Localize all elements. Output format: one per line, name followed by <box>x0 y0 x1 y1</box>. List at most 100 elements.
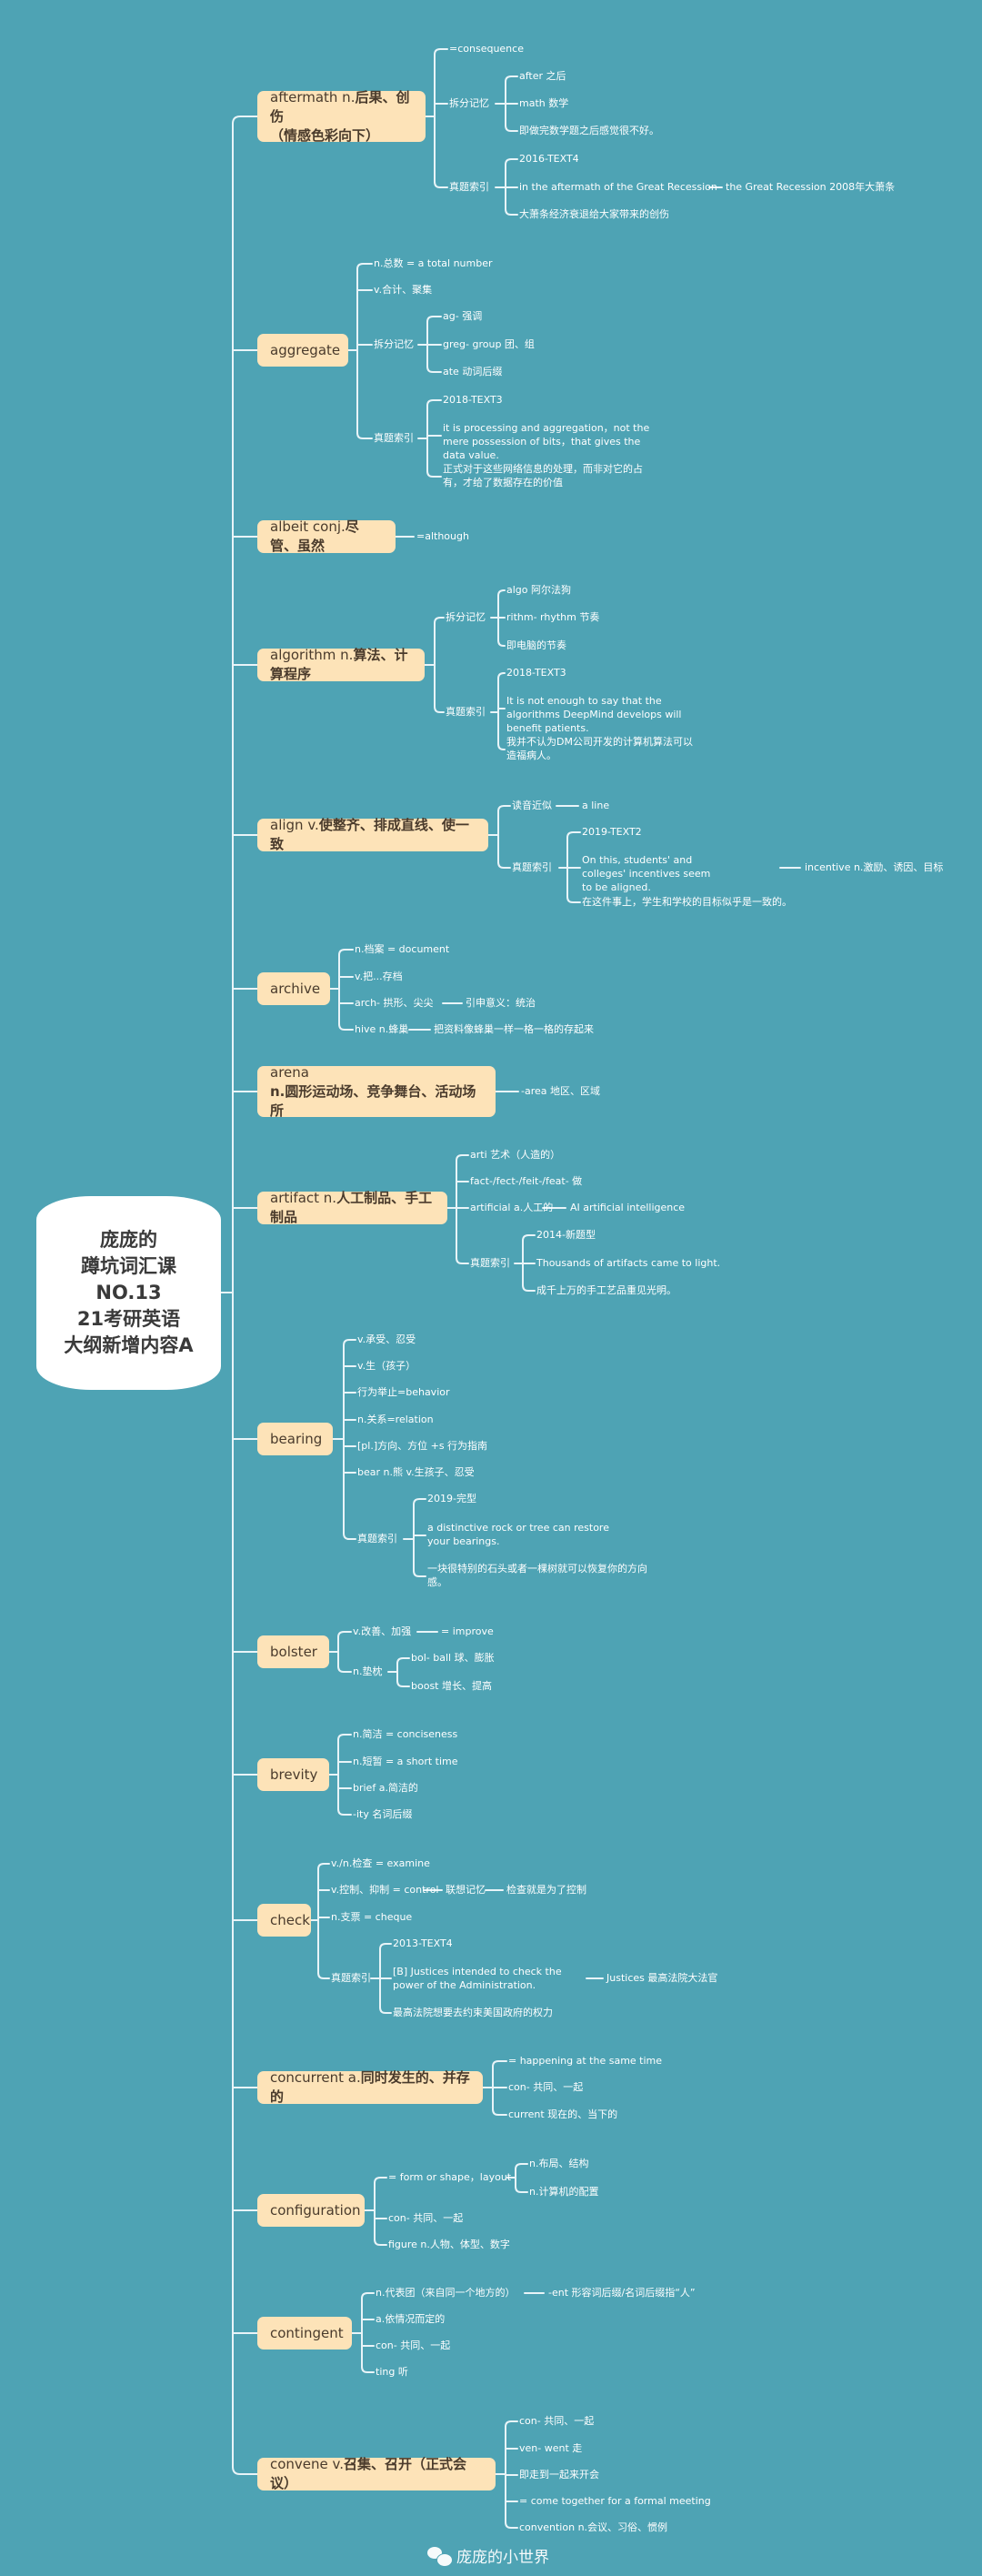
branch-label: a.依情况而定的 <box>376 2313 446 2325</box>
branch-label: 大萧条经济衰退给大家带来的创伤 <box>519 208 669 220</box>
branch-label: 即做完数学题之后感觉很不好。 <box>519 125 659 136</box>
branch-label: = come together for a formal meeting <box>519 2495 711 2507</box>
branch-label: 真题索引 <box>331 1972 371 1984</box>
branch-label: con- 共同、一起 <box>388 2212 464 2224</box>
root-line: NO.13 <box>95 1282 162 1303</box>
connector <box>361 2292 375 2299</box>
topic-aftermath[interactable]: aftermath n.后果、创伤 （情感色彩向下） <box>257 89 426 144</box>
branch-label: 2016-TEXT4 <box>519 153 579 165</box>
topic-meaning-note: （情感色彩向下） <box>270 126 380 144</box>
topic-archive[interactable]: archive <box>257 972 330 1005</box>
branch-label: brief a.简洁的 <box>353 1782 418 1794</box>
branch-label: AI artificial intelligence <box>570 1202 686 1213</box>
topic-arena[interactable]: arena n.圆形运动场、竞争舞台、活动场所 <box>257 1064 496 1119</box>
topic-word: convene v. <box>270 2456 345 2472</box>
branch-label: fact-/fect-/feit-/feat- 做 <box>470 1175 583 1187</box>
branch-label: On this, students' and colleges' incenti… <box>582 854 711 893</box>
topic-convene[interactable]: convene v.召集、召开（正式会议） <box>257 2456 496 2491</box>
connector <box>497 805 511 812</box>
connector <box>379 2007 392 2014</box>
branch-label: 拆分记忆 <box>446 611 486 623</box>
connector <box>338 1023 354 1031</box>
topic-word: concurrent a. <box>270 2069 361 2086</box>
connector <box>497 861 511 869</box>
branch-label: algo 阿尔法狗 <box>506 584 572 596</box>
connector <box>338 949 354 956</box>
branch-label: v.改善、加强 <box>353 1625 412 1637</box>
connector <box>232 116 258 125</box>
branch-label: figure n.人物、体型、数字 <box>388 2239 510 2250</box>
connector <box>374 2177 387 2184</box>
topic-contingent[interactable]: contingent <box>257 2317 352 2350</box>
branch-label: 2014-新题型 <box>536 1229 596 1241</box>
branch-label: con- 共同、一起 <box>376 2340 451 2351</box>
topic-word: albeit conj. <box>270 518 346 535</box>
branch-label: 拆分记忆 <box>374 338 414 350</box>
connector <box>434 48 448 55</box>
branch-label: ting 听 <box>376 2366 408 2378</box>
topic-albeit[interactable]: albeit conj.尽管、虽然 <box>257 518 396 554</box>
branch-label: 2019-TEXT2 <box>582 826 642 838</box>
connector <box>566 896 581 903</box>
branch-label: n.简洁 = conciseness <box>353 1728 458 1740</box>
connector <box>515 2163 528 2170</box>
topic-align[interactable]: align v.使整齐、排成直线、使一致 <box>257 817 488 852</box>
connector <box>337 1631 352 1638</box>
branch-label: 真题索引 <box>446 706 486 718</box>
branch-label: ven- went 走 <box>519 2442 583 2454</box>
topic-word: align v. <box>270 817 319 833</box>
topic-aggregate[interactable]: aggregate <box>257 334 348 367</box>
branch-label: artificial a.人工的 <box>470 1202 554 1213</box>
connector <box>317 1863 330 1870</box>
connector <box>426 316 442 323</box>
branch-label: 2018-TEXT3 <box>443 394 503 406</box>
topic-artifact[interactable]: artifact n.人工制品、手工制品 <box>257 1190 447 1225</box>
branch-label: arch- 拱形、尖尖 <box>355 997 434 1009</box>
topic-word: archive <box>270 980 321 997</box>
connector <box>456 1154 469 1162</box>
branch-label: 成千上万的手工艺品重见光明。 <box>536 1284 676 1296</box>
branch-label: 一块很特别的石头或者一棵树就可以恢复你的方向感。 <box>427 1563 647 1588</box>
connector <box>434 181 448 188</box>
branch-label: n.垫枕 <box>353 1665 383 1677</box>
branch-label: arti 艺术（人造的） <box>470 1149 561 1161</box>
branch-label: v.合计、聚集 <box>374 284 433 296</box>
branch-label: -area 地区、区域 <box>521 1085 600 1097</box>
branch-label: n.关系=relation <box>357 1414 434 1425</box>
topic-concurrent[interactable]: concurrent a.同时发生的、并存的 <box>257 2069 483 2105</box>
branch-label: 即电脑的节奏 <box>506 639 566 651</box>
branch-label: ag- 强调 <box>443 310 483 322</box>
branch-label: after 之后 <box>519 70 566 82</box>
branch-label: 拆分记忆 <box>449 97 489 109</box>
root-node[interactable]: 庞庞的 蹲坑词汇课 NO.13 21考研英语 大纲新增内容A <box>36 1196 221 1390</box>
topic-configuration[interactable]: configuration <box>257 2194 365 2227</box>
branch-label: the Great Recession 2008年大萧条 <box>726 181 896 193</box>
branch-label: 正式对于这些网络信息的处理，而非对它的占有，才给了数据存在的价值 <box>443 463 643 488</box>
branch-label: in the aftermath of the Great Recession <box>519 181 717 193</box>
topic-check[interactable]: check <box>257 1904 311 1937</box>
connector <box>505 125 518 132</box>
branch-label: 行为举止=behavior <box>357 1386 450 1398</box>
connector <box>426 399 442 407</box>
branch-label: 真题索引 <box>512 861 552 873</box>
connector <box>434 706 445 713</box>
connector <box>374 2239 387 2246</box>
topic-meaning: n.圆形运动场、竞争舞台、活动场所 <box>270 1082 476 1119</box>
branch-label: v.把...存档 <box>355 971 403 982</box>
connector <box>337 1808 352 1816</box>
root-line: 21考研英语 <box>76 1308 181 1330</box>
topic-bolster[interactable]: bolster <box>257 1635 329 1668</box>
branch-label: a distinctive rock or tree can restore y… <box>427 1522 609 1547</box>
branch-label: n.代表团（来自同一个地方的） <box>376 2287 516 2299</box>
topic-brevity[interactable]: brevity <box>257 1758 329 1791</box>
branch-label: a line <box>582 800 610 811</box>
branch-label: 我并不认为DM公司开发的计算机算法可以造福病人。 <box>506 736 693 761</box>
topic-bearing[interactable]: bearing <box>257 1423 333 1455</box>
topic-algorithm[interactable]: algorithm n.算法、计算程序 <box>257 647 425 682</box>
connector <box>232 2466 258 2475</box>
branch-label: = happening at the same time <box>508 2055 663 2067</box>
branch-label: con- 共同、一起 <box>508 2081 584 2093</box>
root-line: 大纲新增内容A <box>64 1334 194 1356</box>
connector <box>492 2060 507 2068</box>
connector <box>505 75 518 83</box>
